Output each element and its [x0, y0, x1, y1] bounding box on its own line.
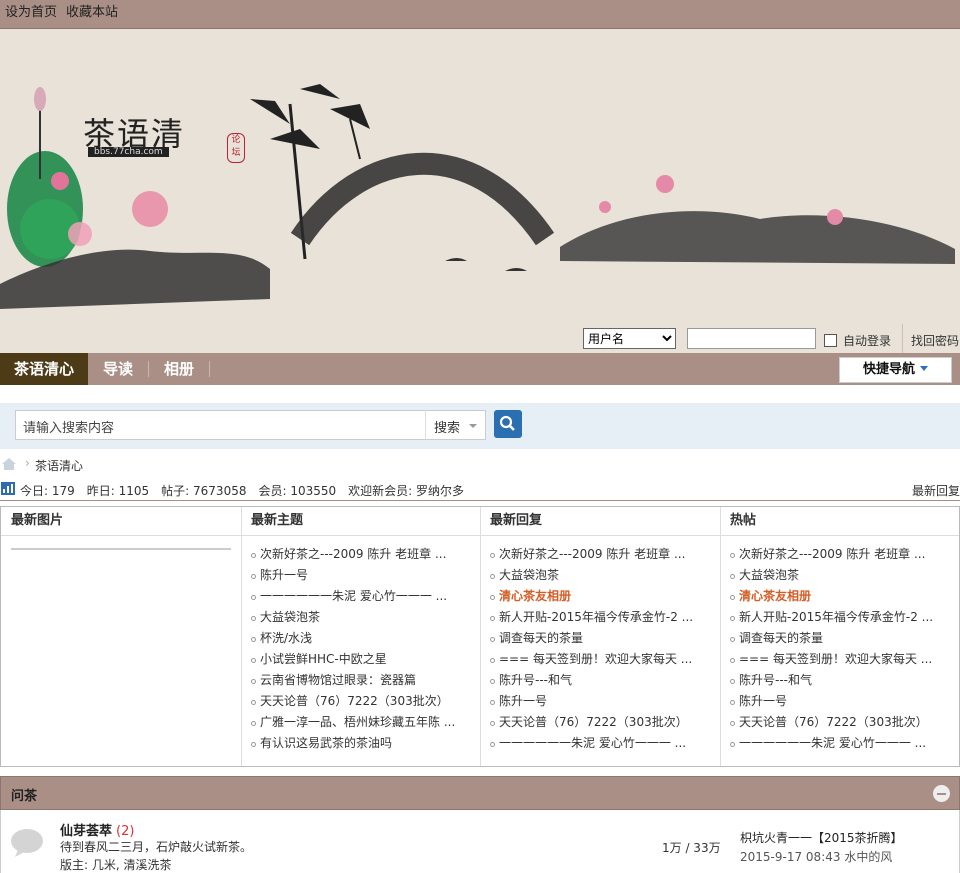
column-title: 最新主题	[241, 507, 480, 536]
stat-members: 会员: 103550	[258, 484, 337, 498]
list-item[interactable]: 小试尝鲜HHC-中欧之星	[241, 649, 480, 670]
column-title: 最新回复	[480, 507, 720, 536]
list-item[interactable]: 次新好茶之---2009 陈升 老班章 ...	[241, 544, 480, 565]
forum-description: 待到春风二三月，石炉敲火试新茶。	[60, 840, 253, 854]
chevron-down-icon	[469, 424, 477, 428]
forum-stats: 今日: 179 昨日: 1105 帖子: 7673058 会员: 103550 欢迎新会…	[0, 478, 960, 501]
quick-nav-button[interactable]: 快捷导航	[839, 357, 952, 383]
forgot-password-link[interactable]: 找回密码	[911, 332, 959, 349]
latest-replies-column: 最新回复 次新好茶之---2009 陈升 老班章 ... 大益袋泡茶 清心茶友相…	[480, 507, 721, 766]
forum-today-count: (2)	[116, 824, 135, 839]
chat-bubble-icon	[11, 829, 43, 857]
nav-item-album[interactable]: 相册	[149, 353, 209, 385]
breadcrumb-separator-icon: ›	[25, 456, 30, 470]
last-post-info[interactable]: 2015-9-17 08:43 水中的风	[740, 848, 892, 865]
search-type-select[interactable]: 搜索	[425, 410, 486, 440]
list-item[interactable]: 新人开贴-2015年福今传承金竹-2 ...	[720, 607, 959, 628]
list-item[interactable]: 次新好茶之---2009 陈升 老班章 ...	[480, 544, 720, 565]
auto-login-checkbox[interactable]: 自动登录	[824, 332, 891, 349]
main-nav: 茶语清心 导读 相册 快捷导航	[0, 353, 960, 385]
nav-item-home[interactable]: 茶语清心	[0, 353, 89, 385]
login-divider	[902, 324, 903, 353]
list-item[interactable]: 杯洗/水浅	[241, 628, 480, 649]
portal-columns: 最新图片 最新主题 次新好茶之---2009 陈升 老班章 ... 陈升一号 一…	[0, 506, 960, 767]
list-item[interactable]: 天天论普（76）7222（303批次）	[241, 691, 480, 712]
list-item[interactable]: 一一一一一一朱泥 爱心竹一一一 ...	[720, 733, 959, 754]
chevron-down-icon	[920, 366, 928, 371]
list-item[interactable]: 天天论普（76）7222（303批次）	[480, 712, 720, 733]
login-type-select[interactable]: 用户名	[583, 328, 676, 349]
list-item[interactable]: 一一一一一一朱泥 爱心竹一一一 ...	[480, 733, 720, 754]
list-item[interactable]: 清心茶友相册	[720, 586, 959, 607]
forum-row: 仙芽荟萃 (2) 待到春风二三月，石炉敲火试新茶。 版主: 几米, 清溪洗茶 1万…	[0, 810, 960, 873]
search-icon	[499, 415, 515, 431]
stats-chart-icon	[1, 482, 15, 495]
list-item[interactable]: === 每天签到册！欢迎大家每天 ...	[480, 649, 720, 670]
column-title: 热帖	[720, 507, 959, 536]
list-item[interactable]: 陈升一号	[480, 691, 720, 712]
last-post-title[interactable]: 枳坑火青一一【2015茶折腾】	[740, 829, 903, 846]
username-input[interactable]	[687, 328, 816, 349]
stat-posts: 帖子: 7673058	[161, 484, 247, 498]
category-header: 问茶	[0, 776, 960, 810]
list-item[interactable]: 大益袋泡茶	[720, 565, 959, 586]
collapse-icon[interactable]	[933, 785, 950, 802]
list-item[interactable]: 陈升一号	[720, 691, 959, 712]
forum-seal: 论坛	[227, 133, 245, 163]
list-item[interactable]: 陈升号---和气	[480, 670, 720, 691]
header-banner: 茶语清 bbs.77cha.com 论坛 用户名 密码 自动登录 登录 找回密码…	[0, 29, 960, 353]
search-bar: 请输入搜索内容 搜索	[0, 385, 960, 449]
list-item[interactable]: 陈升号---和气	[720, 670, 959, 691]
list-item[interactable]: 新人开贴-2015年福今传承金竹-2 ...	[480, 607, 720, 628]
list-item[interactable]: 大益袋泡茶	[480, 565, 720, 586]
list-item[interactable]: 调查每天的茶量	[720, 628, 959, 649]
divider	[11, 548, 231, 550]
list-item[interactable]: 云南省博物馆过眼录：瓷器篇	[241, 670, 480, 691]
stat-yesterday: 昨日: 1105	[86, 484, 150, 498]
breadcrumb-current[interactable]: 茶语清心	[35, 457, 83, 474]
forum-counts: 1万 / 33万	[662, 841, 721, 855]
category-title[interactable]: 问茶	[11, 785, 37, 804]
top-bar: 设为首页 收藏本站	[0, 0, 960, 29]
ink-painting-image	[0, 29, 960, 353]
site-url: bbs.77cha.com	[88, 147, 169, 157]
search-input[interactable]: 请输入搜索内容	[15, 410, 427, 440]
search-button[interactable]	[494, 410, 522, 438]
list-item[interactable]: 天天论普（76）7222（303批次）	[720, 712, 959, 733]
forum-moderators[interactable]: 版主: 几米, 清溪洗茶	[60, 856, 172, 873]
list-item[interactable]: 广雅一淳一品、梧州妹珍藏五年陈 ...	[241, 712, 480, 733]
latest-topics-column: 最新主题 次新好茶之---2009 陈升 老班章 ... 陈升一号 一一一一一一…	[241, 507, 481, 766]
hot-posts-column: 热帖 次新好茶之---2009 陈升 老班章 ... 大益袋泡茶 清心茶友相册 …	[720, 507, 959, 766]
list-item[interactable]: 陈升一号	[241, 565, 480, 586]
welcome-new-member[interactable]: 欢迎新会员: 罗纳尔多	[348, 484, 464, 498]
latest-reply-link[interactable]: 最新回复	[912, 482, 960, 499]
bookmark-link[interactable]: 收藏本站	[66, 0, 118, 26]
forum-name[interactable]: 仙芽荟萃 (2)	[60, 820, 134, 839]
list-item[interactable]: === 每天签到册！欢迎大家每天 ...	[720, 649, 959, 670]
nav-divider	[209, 361, 211, 377]
set-home-link[interactable]: 设为首页	[5, 0, 57, 26]
list-item[interactable]: 调查每天的茶量	[480, 628, 720, 649]
breadcrumb: › 茶语清心	[0, 449, 960, 478]
stat-today: 今日: 179	[20, 484, 75, 498]
list-item[interactable]: 大益袋泡茶	[241, 607, 480, 628]
list-item[interactable]: 清心茶友相册	[480, 586, 720, 607]
nav-item-guide[interactable]: 导读	[88, 353, 148, 385]
list-item[interactable]: 一一一一一一朱泥 爱心竹一一一 ...	[241, 586, 480, 607]
latest-images-column: 最新图片	[1, 507, 242, 766]
home-icon[interactable]	[1, 457, 17, 471]
list-item[interactable]: 次新好茶之---2009 陈升 老班章 ...	[720, 544, 959, 565]
column-title: 最新图片	[1, 507, 241, 536]
list-item[interactable]: 有认识这易武茶的茶油吗	[241, 733, 480, 754]
